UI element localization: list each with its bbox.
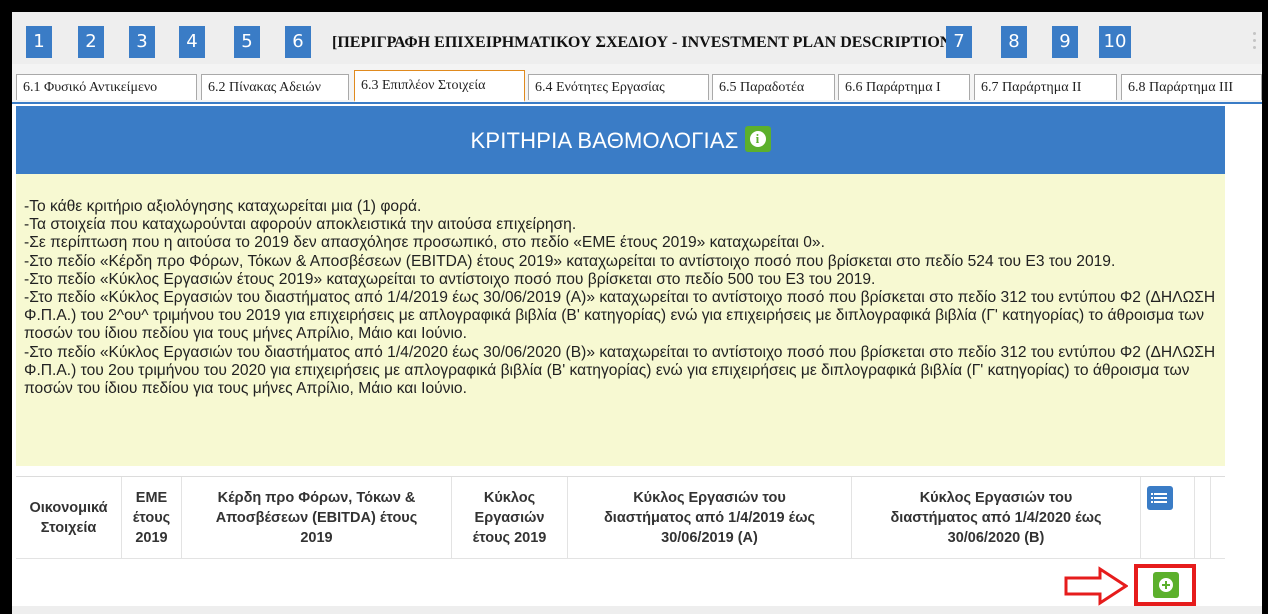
- right-arrow-icon: [1064, 566, 1128, 606]
- col-eme-2019: ΕΜΕ έτους 2019: [122, 477, 182, 559]
- tab-6-3-additional-data[interactable]: 6.3 Επιπλέον Στοιχεία: [354, 70, 525, 102]
- frame-border-right: [1262, 0, 1268, 614]
- wizard-steps-bar: 1 2 3 4 5 6 [ΠΕΡΙΓΡΑΦΗ ΕΠΙΧΕΙΡΗΜΑΤΙΚΟΥ Σ…: [12, 12, 1262, 65]
- tab-6-6-annex-i[interactable]: 6.6 Παράρτημα I: [838, 74, 970, 100]
- tab-6-7-annex-ii[interactable]: 6.7 Παράρτημα II: [974, 74, 1117, 100]
- criteria-table-body: [16, 558, 1225, 607]
- info-icon[interactable]: i: [744, 126, 771, 153]
- frame-border-top: [0, 0, 1268, 12]
- tab-6-2-permits-table[interactable]: 6.2 Πίνακας Αδειών: [201, 74, 349, 100]
- subtabs-bar: 6.1 Φυσικό Αντικείμενο 6.2 Πίνακας Αδειώ…: [12, 64, 1262, 104]
- instruction-line: -Στο πεδίο «Κύκλος Εργασιών του διαστήμα…: [24, 289, 1216, 343]
- step-5-button[interactable]: 5: [234, 26, 260, 58]
- instruction-line: -Στο πεδίο «Κέρδη προ Φόρων, Τόκων & Απο…: [24, 252, 1116, 270]
- instruction-line: -Σε περίπτωση που η αιτούσα το 2019 δεν …: [24, 234, 825, 252]
- section-header: ΚΡΙΤΗΡΙΑ ΒΑΘΜΟΛΟΓΙΑΣ i: [16, 106, 1225, 174]
- col-ebitda-2019: Κέρδη προ Φόρων, Τόκων & Αποσβέσεων (EBIT…: [182, 477, 452, 559]
- instruction-line: -Στο πεδίο «Κύκλος Εργασιών έτους 2019» …: [24, 270, 876, 288]
- step-9-button[interactable]: 9: [1052, 26, 1078, 58]
- instructions-panel: -Το κάθε κριτήριο αξιολόγησης καταχωρείτ…: [16, 174, 1225, 466]
- col-spacer: [1195, 477, 1211, 559]
- step-3-button[interactable]: 3: [129, 26, 155, 58]
- step-4-button[interactable]: 4: [179, 26, 205, 58]
- screenshot-frame: 1 2 3 4 5 6 [ΠΕΡΙΓΡΑΦΗ ΕΠΙΧΕΙΡΗΜΑΤΙΚΟΥ Σ…: [0, 0, 1268, 614]
- step-10-button[interactable]: 10: [1099, 26, 1131, 58]
- bottom-bar: [12, 606, 1262, 614]
- step-1-button[interactable]: 1: [26, 26, 52, 58]
- instruction-line: -Το κάθε κριτήριο αξιολόγησης καταχωρείτ…: [24, 198, 422, 215]
- instructions-text: -Το κάθε κριτήριο αξιολόγησης καταχωρείτ…: [24, 198, 1220, 398]
- col-turnover-q2-2019: Κύκλος Εργασιών του διαστήματος από 1/4/2…: [568, 477, 852, 559]
- kebab-menu-icon[interactable]: [1252, 32, 1258, 58]
- instruction-line: -Τα στοιχεία που καταχωρούνται αφορούν α…: [24, 216, 577, 234]
- frame-border-left: [0, 0, 12, 614]
- criteria-table-header: Οικονομικά Στοιχεία ΕΜΕ έτους 2019 Κέρδη πρ…: [16, 476, 1225, 559]
- tab-6-4-work-packages[interactable]: 6.4 Ενότητες Εργασίας: [528, 74, 709, 100]
- step-8-button[interactable]: 8: [1001, 26, 1027, 58]
- tab-6-8-annex-iii[interactable]: 6.8 Παράρτημα III: [1121, 74, 1262, 100]
- col-financial-data: Οικονομικά Στοιχεία: [16, 477, 122, 559]
- section-title: ΚΡΙΤΗΡΙΑ ΒΑΘΜΟΛΟΓΙΑΣ: [470, 128, 739, 154]
- col-turnover-q2-2020: Κύκλος Εργασιών του διαστήματος από 1/4/2…: [852, 477, 1141, 559]
- add-circle-icon[interactable]: [1153, 572, 1179, 598]
- list-icon[interactable]: [1147, 486, 1173, 510]
- instruction-line: -Στο πεδίο «Κύκλος Εργασιών του διαστήμα…: [24, 343, 1216, 398]
- current-step-title: [ΠΕΡΙΓΡΑΦΗ ΕΠΙΧΕΙΡΗΜΑΤΙΚΟΥ ΣΧΕΔΙΟΥ - INV…: [332, 34, 957, 51]
- step-6-button[interactable]: 6: [285, 26, 311, 58]
- step-2-button[interactable]: 2: [78, 26, 104, 58]
- step-7-button[interactable]: 7: [946, 26, 972, 58]
- tab-6-5-deliverables[interactable]: 6.5 Παραδοτέα: [712, 74, 835, 100]
- tab-6-1-physical-object[interactable]: 6.1 Φυσικό Αντικείμενο: [16, 74, 197, 100]
- col-turnover-2019: Κύκλος Εργασιών έτους 2019: [452, 477, 568, 559]
